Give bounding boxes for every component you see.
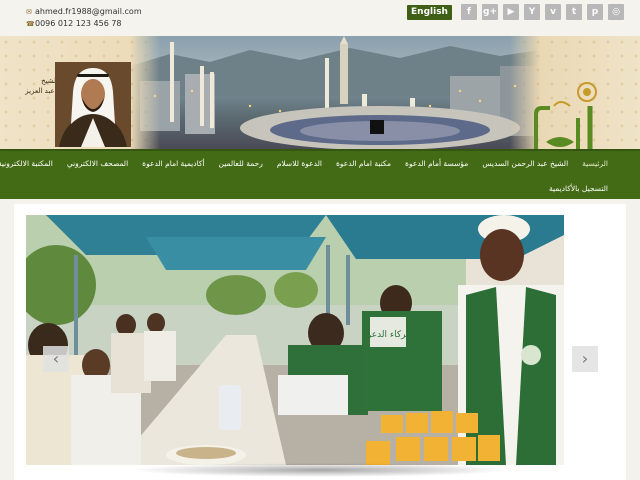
slider-next-button[interactable]: › (572, 346, 598, 372)
contact-info: ✉ ahmed.fr1988@gmail.com ☎ 0096 012 123 … (26, 6, 142, 30)
sheikh-portrait (55, 62, 131, 147)
nav-item-row2-0[interactable]: التسجيل بالأكاديمية (542, 183, 615, 195)
nav-item-row1-5[interactable]: رحمة للعالمين (212, 158, 270, 170)
slider-shadow (130, 463, 510, 477)
nav-item-row1-8[interactable]: المكتبة الالكترونية (0, 158, 60, 170)
google-plus-icon[interactable]: g+ (482, 4, 498, 20)
nav-item-row1-6[interactable]: أكاديمية امام الدعوة (135, 158, 211, 170)
instagram-icon[interactable]: ◎ (608, 4, 624, 20)
pinterest-icon[interactable]: p (587, 4, 603, 20)
youtube-icon[interactable]: ▶ (503, 4, 519, 20)
header-banner: بإشراف معالي الشيخ أ . د / عبد الرحمن بن… (0, 36, 640, 149)
nav-item-row1-3[interactable]: مكتبة امام الدعوة (329, 158, 398, 170)
nav-item-row1-4[interactable]: الدعوة للاسلام (270, 158, 329, 170)
nav-item-row1-0[interactable]: الرئيسية (575, 158, 615, 170)
facebook-icon[interactable]: f (461, 4, 477, 20)
top-bar: ✉ ahmed.fr1988@gmail.com ☎ 0096 012 123 … (0, 0, 640, 36)
email-row: ✉ ahmed.fr1988@gmail.com (26, 6, 142, 18)
phone-icon: ☎ (26, 20, 35, 28)
vimeo-icon[interactable]: v (545, 4, 561, 20)
dawah-logo[interactable] (530, 78, 604, 149)
email-text[interactable]: ahmed.fr1988@gmail.com (35, 6, 142, 18)
envelope-icon: ✉ (26, 8, 32, 16)
chevron-left-icon: ‹ (52, 349, 60, 368)
slider-prev-button[interactable]: ‹ (43, 346, 69, 372)
nav-item-row1-1[interactable]: الشيخ عبد الرحمن السديس (475, 158, 575, 170)
slider-image-iftar: شركاء الدعوة (26, 215, 564, 465)
mecca-panorama-image (130, 36, 540, 149)
vest-text: شركاء الدعوة (362, 330, 413, 340)
nav-item-row1-7[interactable]: المصحف الالكتروني (60, 158, 135, 170)
phone-row: ☎ 0096 012 123 456 78 (26, 18, 142, 30)
nav-item-row1-2[interactable]: مؤسسة أمام الدعوة (398, 158, 475, 170)
chevron-right-icon: › (581, 349, 589, 368)
nav-row-secondary: التسجيل بالأكاديمية (542, 183, 615, 195)
nav-row-primary: الرئيسية الشيخ عبد الرحمن السديس مؤسسة أما… (0, 158, 615, 170)
yahoo-icon[interactable]: Y (524, 4, 540, 20)
twitter-icon[interactable]: t (566, 4, 582, 20)
english-language-button[interactable]: English (407, 5, 452, 20)
phone-text: 0096 012 123 456 78 (35, 19, 122, 28)
social-links: f g+ ▶ Yv t p ◎ (461, 4, 624, 20)
main-navigation: الرئيسية الشيخ عبد الرحمن السديس مؤسسة أما… (0, 149, 640, 199)
